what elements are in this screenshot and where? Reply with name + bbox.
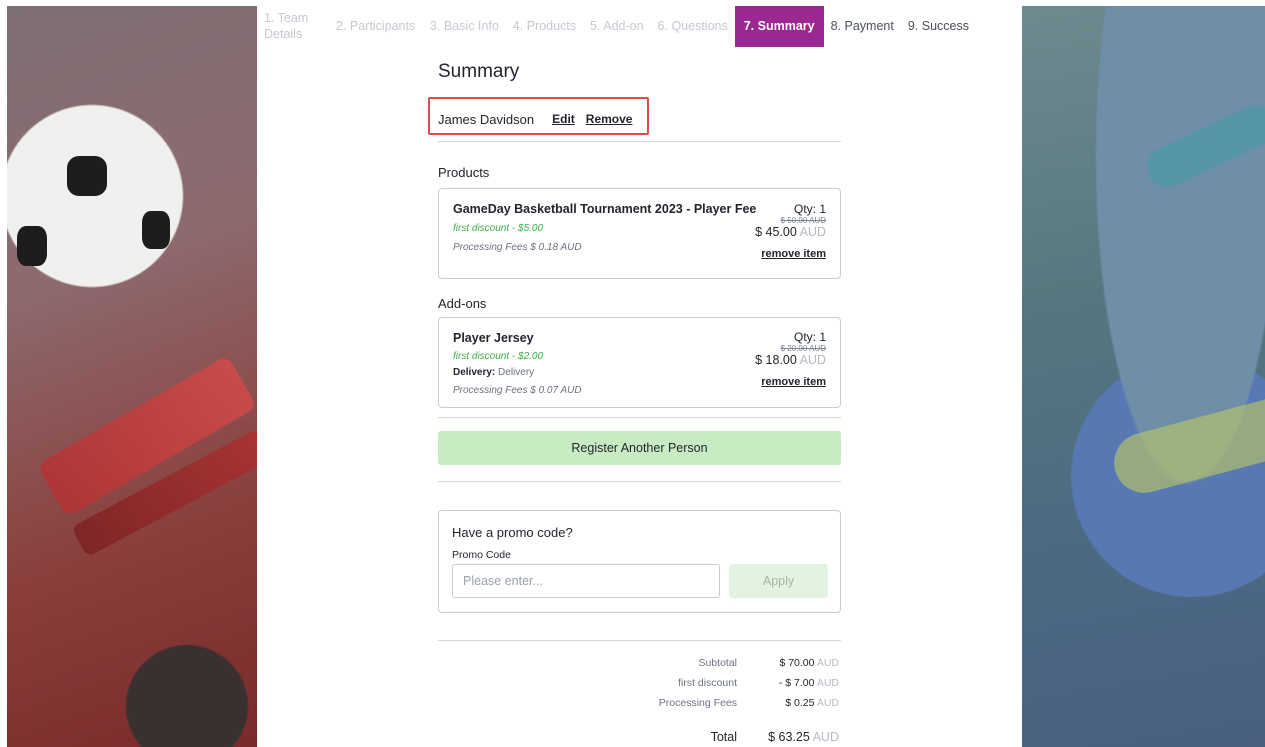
step-basic-info[interactable]: 3. Basic Info	[423, 6, 506, 47]
page-frame: 1. Team Details 2. Participants 3. Basic…	[7, 6, 1265, 747]
ball-stripe	[1107, 392, 1265, 500]
soccer-ball-patch	[67, 156, 107, 196]
divider	[438, 640, 841, 641]
product-discount: first discount - $5.00	[453, 223, 544, 234]
step-label: 5. Add-on	[590, 18, 644, 33]
addon-card: Player Jersey first discount - $2.00 Del…	[438, 317, 841, 408]
step-label: 7. Summary	[743, 18, 815, 33]
apply-promo-button[interactable]: Apply	[729, 564, 828, 598]
discount-label: first discount	[678, 677, 737, 689]
amount: - $ 7.00	[778, 677, 815, 689]
total-label: Total	[710, 730, 737, 744]
product-card: GameDay Basketball Tournament 2023 - Pla…	[438, 188, 841, 279]
step-label: 9. Success	[907, 18, 969, 33]
step-label: 6. Questions	[657, 18, 728, 33]
currency: AUD	[816, 657, 839, 669]
addons-heading: Add-ons	[438, 296, 487, 311]
addon-processing-fee: Processing Fees $ 0.07 AUD	[453, 385, 582, 396]
participant-row: James Davidson Edit Remove	[438, 112, 632, 127]
step-add-on[interactable]: 5. Add-on	[583, 6, 651, 47]
delivery-label: Delivery:	[453, 367, 496, 378]
products-heading: Products	[438, 165, 490, 180]
amount: $ 70.00	[779, 657, 815, 669]
discount-value: - $ 7.00 AUD	[779, 677, 839, 689]
page-title: Summary	[438, 61, 520, 82]
currency: AUD	[812, 730, 839, 744]
promo-title: Have a promo code?	[452, 525, 573, 540]
divider	[438, 417, 841, 418]
divider	[438, 481, 841, 482]
step-label: 3. Basic Info	[430, 18, 499, 33]
step-success[interactable]: 9. Success	[901, 6, 976, 47]
remove-addon-link[interactable]: remove item	[761, 376, 826, 388]
step-payment[interactable]: 8. Payment	[824, 6, 901, 47]
soccer-ball-patch	[142, 211, 170, 249]
step-questions[interactable]: 6. Questions	[651, 6, 735, 47]
background-sports-right	[1022, 6, 1265, 747]
subtotal-value: $ 70.00 AUD	[779, 657, 839, 669]
promo-code-box: Have a promo code? Promo Code Apply	[438, 510, 841, 613]
divider	[438, 141, 841, 142]
promo-field-label: Promo Code	[452, 549, 511, 561]
currency: AUD	[816, 697, 839, 709]
addon-name: Player Jersey	[453, 331, 534, 345]
step-products[interactable]: 4. Products	[506, 6, 583, 47]
fees-label: Processing Fees	[658, 697, 737, 709]
addon-qty: Qty: 1	[793, 330, 826, 344]
soccer-ball-patch	[17, 226, 47, 266]
product-price: $ 45.00 AUD	[755, 225, 826, 239]
price-amount: $ 18.00	[755, 353, 797, 367]
currency: AUD	[816, 677, 839, 689]
remove-product-link[interactable]: remove item	[761, 248, 826, 260]
ball-stripe	[1140, 98, 1265, 194]
step-label: 1. Team Details	[264, 10, 309, 41]
product-processing-fee: Processing Fees $ 0.18 AUD	[453, 242, 582, 253]
background-sports-left	[7, 6, 273, 747]
product-pricing: Qty: 1 $ 50.00 AUD $ 45.00 AUD remove it…	[755, 202, 826, 262]
addon-discount: first discount - $2.00	[453, 351, 544, 362]
step-label: 4. Products	[512, 18, 577, 33]
price-currency: AUD	[799, 225, 826, 239]
amount: $ 63.25	[768, 730, 810, 744]
product-original-price: $ 50.00 AUD	[780, 216, 826, 225]
addon-delivery: Delivery: Delivery	[453, 367, 534, 378]
step-label: 8. Payment	[830, 18, 894, 33]
promo-code-input[interactable]	[452, 564, 720, 598]
fees-value: $ 0.25 AUD	[785, 697, 839, 709]
addon-original-price: $ 20.00 AUD	[780, 344, 826, 353]
participant-name: James Davidson	[438, 112, 535, 127]
product-qty: Qty: 1	[793, 202, 826, 216]
addon-price: $ 18.00 AUD	[755, 353, 826, 367]
delivery-value: Delivery	[498, 367, 535, 378]
summary-panel: Summary James Davidson Edit Remove Produ…	[257, 47, 1022, 747]
amount: $ 0.25	[785, 697, 815, 709]
register-another-person-button[interactable]: Register Another Person	[438, 431, 841, 465]
edit-participant-link[interactable]: Edit	[552, 112, 575, 127]
price-amount: $ 45.00	[755, 225, 797, 239]
step-summary[interactable]: 7. Summary	[734, 6, 824, 47]
price-currency: AUD	[799, 353, 826, 367]
total-value: $ 63.25 AUD	[768, 730, 839, 744]
subtotal-label: Subtotal	[698, 657, 737, 669]
step-participants[interactable]: 2. Participants	[329, 6, 423, 47]
step-team-details[interactable]: 1. Team Details	[257, 6, 329, 47]
step-label: 2. Participants	[336, 18, 416, 33]
addon-pricing: Qty: 1 $ 20.00 AUD $ 18.00 AUD remove it…	[755, 330, 826, 390]
remove-participant-link[interactable]: Remove	[586, 112, 633, 127]
product-name: GameDay Basketball Tournament 2023 - Pla…	[453, 202, 757, 216]
checkout-steps: 1. Team Details 2. Participants 3. Basic…	[257, 6, 1022, 47]
